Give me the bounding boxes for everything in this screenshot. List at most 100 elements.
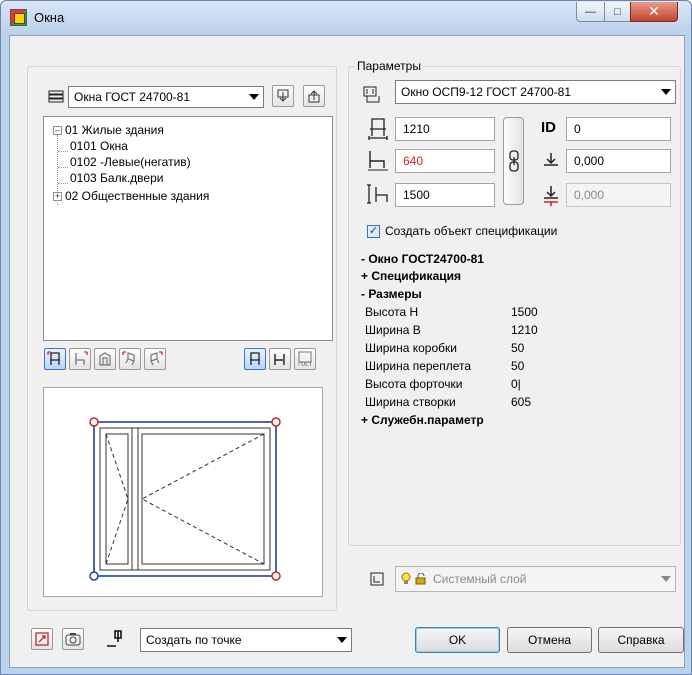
prop-value[interactable]: 50 [511,359,524,373]
prop-key: Ширина B [365,323,421,337]
tree-item-label: 0103 Балк.двери [70,171,164,185]
prop-key: Ширина коробки [365,341,457,355]
view-front-button[interactable] [44,348,66,370]
prop-value[interactable]: 0| [511,377,521,391]
window-type-select[interactable]: Окно ОСП9-12 ГОСТ 24700-81 [395,80,676,104]
parameters-group-label: Параметры [355,59,423,73]
chevron-down-icon [337,637,347,643]
lock-icon [415,573,426,585]
create-spec-label[interactable]: Создать объект спецификации [385,224,557,238]
gost-button[interactable]: ГОСТ [294,348,316,370]
tree-item-left-negative[interactable]: 0102 -Левые(негатив) [70,154,191,170]
prop-value[interactable]: 50 [511,341,524,355]
height-icon [365,181,391,207]
insert-mode-value: Создать по точке [146,633,242,647]
upload-icon [308,90,320,103]
chevron-down-icon [249,94,259,100]
export-button[interactable] [303,85,325,107]
close-button[interactable]: ✕ [630,2,678,22]
section-icon [274,354,285,365]
insert-point-icon [103,627,127,651]
prop-value[interactable]: 1210 [511,323,538,337]
minimize-button[interactable]: — [576,2,605,22]
id-input[interactable]: 0 [566,117,671,141]
proportion-link-button[interactable] [503,117,524,205]
chair-front-icon [47,351,60,365]
maximize-button[interactable]: □ [604,2,631,22]
tree-item-label: 02 Общественные здания [65,189,210,203]
expand-icon[interactable]: + [53,191,62,201]
insert-mode-select[interactable]: Создать по точке [140,628,352,652]
chair-iso-icon [122,351,135,366]
chair-plan-icon [250,352,260,365]
tree-item-public[interactable]: + 02 Общественные здания [53,188,209,204]
chevron-down-icon [661,576,671,582]
help-button[interactable]: Справка [598,627,684,653]
width-icon [365,115,391,141]
app-icon [10,9,27,26]
id-label: ID [541,119,556,136]
prop-header-dimensions[interactable]: - Размеры [361,287,422,301]
tree-item-label: 0101 Окна [70,139,128,153]
cancel-button[interactable]: Отмена [507,627,592,653]
view-iso-left-button[interactable] [119,348,141,370]
stack-icon [46,88,66,106]
window-drawing [89,417,281,581]
pick-from-drawing-button[interactable] [31,628,53,650]
camera-icon [65,633,81,646]
tree-item-balcony-doors[interactable]: 0103 Балк.двери [70,170,163,186]
prop-header-spec[interactable]: + Спецификация [361,269,461,283]
lightbulb-icon [401,572,411,584]
window-type-value: Окно ОСП9-12 ГОСТ 24700-81 [401,85,571,99]
prop-key: Ширина створки [365,395,456,409]
depth-input[interactable]: 640 [395,149,495,173]
width-input[interactable]: 1210 [395,117,495,141]
window-preview [43,387,323,597]
prop-key: Ширина переплета [365,359,472,373]
close-icon: ✕ [648,3,660,19]
window-type-icon [360,84,384,106]
prop-key: Высота форточки [365,377,463,391]
import-button[interactable] [272,85,294,107]
catalog-tree[interactable]: – 01 Жилые здания 0101 Окна 0102 -Левые(… [43,116,333,341]
view-section-button[interactable] [269,348,291,370]
tree-item-residential[interactable]: – 01 Жилые здания [53,122,164,138]
layer-frame-icon[interactable] [368,570,386,588]
view-plan-button[interactable] [244,348,266,370]
svg-text:ГОСТ: ГОСТ [298,362,312,367]
maximize-icon: □ [614,5,621,18]
prop-value[interactable]: 605 [511,395,531,409]
chair-iso-right-icon [150,351,163,366]
catalog-select[interactable]: Окна ГОСТ 24700-81 [68,86,264,108]
prop-header-service[interactable]: + Служебн.параметр [361,413,484,427]
frame-icon [99,352,111,366]
download-icon [277,89,289,102]
create-spec-checkbox[interactable]: ✓ [367,225,380,238]
view-back-button[interactable] [94,348,116,370]
prop-header-window[interactable]: - Окно ГОСТ24700-81 [361,252,484,266]
elevation-input[interactable]: 0,000 [566,149,671,173]
tree-item-label: 0102 -Левые(негатив) [70,155,191,169]
chevron-down-icon [661,89,671,95]
layer-select: Системный слой [395,566,676,592]
chain-link-icon [508,150,519,172]
elevation-bottom-icon [541,183,561,207]
tree-item-windows[interactable]: 0101 Окна [70,138,128,154]
catalog-select-value: Окна ГОСТ 24700-81 [74,90,191,104]
chair-side-icon [75,351,88,365]
titlebar[interactable]: Окна — □ ✕ [1,1,691,35]
window-title: Окна [34,10,65,25]
camera-button[interactable] [62,628,84,650]
ok-button[interactable]: OK [415,627,500,653]
layer-name: Системный слой [433,572,527,586]
gost-icon: ГОСТ [298,351,313,367]
prop-value[interactable]: 1500 [511,305,538,319]
depth-icon [365,147,391,173]
view-side-button[interactable] [69,348,91,370]
height-input[interactable]: 1500 [395,183,495,207]
view-iso-right-button[interactable] [144,348,166,370]
elevation-icon [541,150,561,172]
pick-icon [35,632,49,646]
collapse-icon[interactable]: – [53,125,62,135]
prop-key: Высота H [365,305,419,319]
